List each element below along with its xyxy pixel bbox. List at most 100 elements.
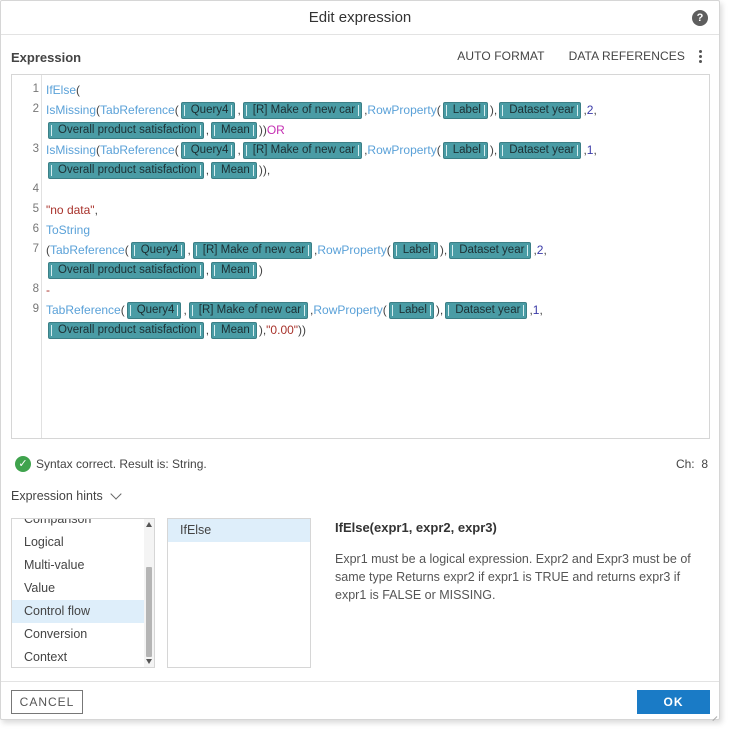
category-item-value[interactable]: Value <box>12 577 144 600</box>
code-line[interactable]: TabReference( Query4 , [R] Make of new c… <box>46 300 543 320</box>
code-segment: IsMissing <box>46 143 97 157</box>
resize-handle[interactable] <box>710 710 718 718</box>
category-item-multi-value[interactable]: Multi-value <box>12 554 144 577</box>
code-segment: ToString <box>46 223 91 237</box>
code-line[interactable]: Overall product satisfaction , Mean )), <box>46 160 270 180</box>
expression-editor[interactable]: 123456789 IfElse(IsMissing(TabReference(… <box>11 74 710 439</box>
data-reference-token[interactable]: Query4 <box>180 141 236 159</box>
data-references-button[interactable]: DATA REFERENCES <box>569 49 685 63</box>
edit-expression-dialog: Edit expression ? Expression AUTO FORMAT… <box>0 0 720 720</box>
line-number: 2 <box>32 103 39 115</box>
data-reference-token[interactable]: [R] Make of new car <box>242 101 363 119</box>
category-item-context[interactable]: Context <box>12 646 144 667</box>
data-reference-token[interactable]: Overall product satisfaction <box>48 121 204 139</box>
data-reference-token[interactable]: [R] Make of new car <box>188 301 309 319</box>
data-reference-token[interactable]: Overall product satisfaction <box>48 261 204 279</box>
scrollbar-thumb[interactable] <box>146 567 152 657</box>
data-reference-token[interactable]: [R] Make of new car <box>192 241 313 259</box>
ok-button[interactable]: OK <box>637 690 710 714</box>
expression-hints-toggle[interactable]: Expression hints <box>11 488 122 503</box>
code-segment: ( <box>436 143 441 157</box>
data-reference-token[interactable]: Label <box>442 101 488 119</box>
line-number: 8 <box>32 283 39 295</box>
scroll-up-arrow-icon[interactable] <box>146 522 152 527</box>
data-reference-token[interactable]: Query4 <box>130 241 186 259</box>
hint-function-list[interactable]: IfElse <box>167 518 311 668</box>
code-line[interactable]: IsMissing(TabReference( Query4 , [R] Mak… <box>46 100 597 120</box>
function-item-ifelse[interactable]: IfElse <box>168 519 310 542</box>
expression-toolbar: AUTO FORMAT DATA REFERENCES <box>433 49 703 63</box>
kebab-icon[interactable] <box>697 49 703 63</box>
line-number: 3 <box>32 143 39 155</box>
data-reference-token[interactable]: Mean <box>211 161 257 179</box>
code-line[interactable]: IsMissing(TabReference( Query4 , [R] Mak… <box>46 140 597 160</box>
data-reference-token[interactable]: Label <box>442 141 488 159</box>
question-circle-icon[interactable]: ? <box>692 10 708 26</box>
code-segment: ( <box>386 243 391 257</box>
code-segment: TabReference <box>100 103 175 117</box>
code-segment: )), <box>258 163 271 177</box>
code-segment: , <box>593 143 597 157</box>
code-line[interactable]: IfElse( <box>46 80 80 100</box>
dialog-footer: CANCEL OK <box>1 681 719 720</box>
dialog-title: Edit expression <box>308 9 412 26</box>
category-item-control-flow[interactable]: Control flow <box>12 600 144 623</box>
code-segment: RowProperty <box>317 243 387 257</box>
code-segment: , <box>237 143 241 157</box>
code-segment: RowProperty <box>367 103 437 117</box>
data-reference-token[interactable]: Dataset year <box>449 241 532 259</box>
data-reference-token[interactable]: Query4 <box>126 301 182 319</box>
data-reference-token[interactable]: Mean <box>211 321 257 339</box>
data-reference-token[interactable]: Mean <box>211 121 257 139</box>
category-item-conversion[interactable]: Conversion <box>12 623 144 646</box>
code-segment: TabReference <box>50 243 125 257</box>
code-segment: ), <box>439 243 448 257</box>
expression-label: Expression <box>11 50 82 65</box>
code-segment: ( <box>76 83 81 97</box>
category-item-logical[interactable]: Logical <box>12 531 144 554</box>
data-reference-token[interactable]: Overall product satisfaction <box>48 321 204 339</box>
code-segment: IsMissing <box>46 103 97 117</box>
code-line[interactable]: (TabReference( Query4 , [R] Make of new … <box>46 240 547 260</box>
data-reference-token[interactable]: Dataset year <box>499 141 582 159</box>
category-item-comparison[interactable]: Comparison <box>12 519 144 531</box>
code-line[interactable]: - <box>46 280 50 300</box>
data-reference-token[interactable]: [R] Make of new car <box>242 141 363 159</box>
auto-format-button[interactable]: AUTO FORMAT <box>457 49 544 63</box>
category-scrollbar[interactable] <box>144 519 154 667</box>
function-signature: IfElse(expr1, expr2, expr3) <box>335 520 497 535</box>
data-reference-token[interactable]: Label <box>388 301 434 319</box>
data-reference-token[interactable]: Dataset year <box>499 101 582 119</box>
code-segment: 2 <box>536 243 544 257</box>
data-reference-token[interactable]: Overall product satisfaction <box>48 161 204 179</box>
data-reference-token[interactable]: Dataset year <box>445 301 528 319</box>
line-number-gutter: 1 2 3 4 5 6 7 8 9 <box>12 75 42 438</box>
data-reference-token[interactable]: Label <box>392 241 438 259</box>
code-segment: , <box>94 203 98 217</box>
code-segment: ), <box>489 143 498 157</box>
function-description: Expr1 must be a logical expression. Expr… <box>335 552 691 602</box>
cancel-button[interactable]: CANCEL <box>11 690 83 714</box>
line-number: 5 <box>32 203 39 215</box>
data-reference-token[interactable]: Mean <box>211 261 257 279</box>
code-line[interactable]: Overall product satisfaction , Mean ) <box>46 260 263 280</box>
data-reference-token[interactable]: Query4 <box>180 101 236 119</box>
code-segment: )) <box>298 323 307 337</box>
code-segment: ( <box>120 303 125 317</box>
code-segment: , <box>205 263 210 277</box>
code-segment: 2 <box>586 103 594 117</box>
code-line[interactable]: ToString <box>46 220 90 240</box>
code-segment: TabReference <box>100 143 175 157</box>
syntax-status-text: Syntax correct. Result is: String. <box>36 457 207 471</box>
code-segment: )) <box>258 123 267 137</box>
chevron-down-icon[interactable] <box>110 488 122 500</box>
code-segment: ), <box>435 303 444 317</box>
code-line[interactable]: Overall product satisfaction , Mean )) O… <box>46 120 285 140</box>
scroll-down-arrow-icon[interactable] <box>146 659 152 664</box>
code-segment: ( <box>436 103 441 117</box>
code-line[interactable]: Overall product satisfaction , Mean ), "0… <box>46 320 306 340</box>
line-number: 4 <box>32 183 39 195</box>
code-segment: "no data" <box>46 203 95 217</box>
code-line[interactable]: "no data", <box>46 200 98 220</box>
hint-category-list[interactable]: Context Conversion Control flow Value Multi-… <box>11 518 155 668</box>
